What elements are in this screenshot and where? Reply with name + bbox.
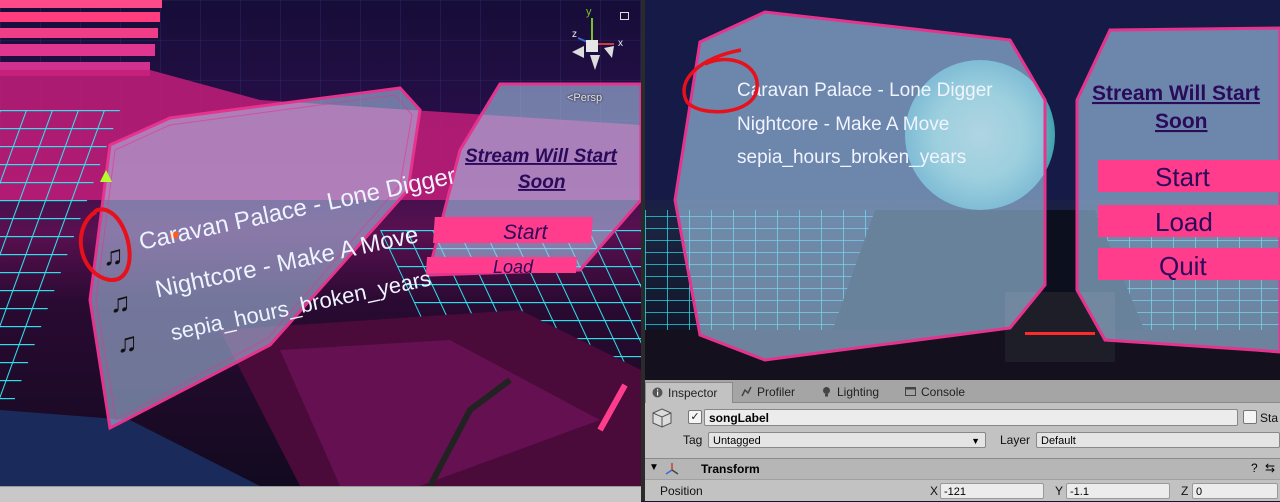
- scene-start-label: Start: [503, 221, 549, 244]
- inspector-tabbar: Inspector Profiler Lighting Console: [645, 380, 1280, 403]
- layer-value: Default: [1041, 435, 1076, 447]
- help-icon[interactable]: ?: [1251, 461, 1258, 475]
- tab-profiler-label: Profiler: [757, 385, 796, 399]
- profiler-icon: [741, 386, 752, 397]
- static-label: Sta: [1260, 411, 1279, 425]
- scene-menu-title-2: Soon: [518, 172, 566, 193]
- scene-footer: [0, 486, 641, 502]
- game-quit-label: Quit: [1159, 251, 1207, 281]
- game-start-label: Start: [1155, 162, 1211, 192]
- object-name-input[interactable]: songLabel: [704, 409, 1238, 426]
- position-x-field[interactable]: -121: [940, 483, 1044, 499]
- tab-lighting-label: Lighting: [837, 385, 880, 399]
- transform-axes-icon: [665, 463, 679, 475]
- layer-dropdown[interactable]: Default: [1036, 432, 1280, 448]
- active-checkbox[interactable]: ✓: [688, 410, 702, 424]
- tag-value: Untagged: [713, 435, 761, 447]
- game-menu-title-1: Stream Will Start: [1092, 82, 1260, 105]
- svg-text:x: x: [618, 38, 623, 49]
- game-menu-title-2: Soon: [1155, 110, 1208, 133]
- position-y-field[interactable]: -1.1: [1066, 483, 1170, 499]
- game-song-panel[interactable]: [673, 10, 1047, 362]
- layer-label: Layer: [1000, 433, 1031, 447]
- music-note-icon: ♫: [117, 327, 138, 358]
- transform-title: Transform: [701, 462, 760, 476]
- static-checkbox[interactable]: [1243, 410, 1257, 424]
- game-canvas: Caravan Palace - Lone Digger Nightcore -…: [645, 0, 1280, 380]
- game-load-label: Load: [1155, 207, 1213, 237]
- tab-console-label: Console: [921, 385, 966, 399]
- scene-load-label: Load: [493, 257, 534, 277]
- tag-dropdown[interactable]: Untagged ▼: [708, 432, 986, 448]
- bulb-icon: [823, 387, 830, 397]
- persp-label[interactable]: <Persp: [567, 92, 602, 104]
- music-note-icon: ♫: [103, 240, 124, 271]
- position-label: Position: [660, 484, 703, 498]
- scene-canvas: ♫ ♫ ♫ Caravan Palace - Lone Digger Night…: [0, 0, 641, 486]
- position-x-label[interactable]: X: [930, 484, 938, 498]
- game-view[interactable]: Caravan Palace - Lone Digger Nightcore -…: [645, 0, 1280, 380]
- game-song-3[interactable]: sepia_hours_broken_years: [737, 147, 966, 168]
- console-icon: [905, 387, 916, 396]
- tab-inspector-label: Inspector: [668, 386, 718, 400]
- game-song-1[interactable]: Caravan Palace - Lone Digger: [737, 80, 993, 101]
- scene-menu-title-1: Stream Will Start: [465, 146, 618, 167]
- lock-icon[interactable]: [620, 12, 629, 20]
- svg-text:y: y: [586, 6, 592, 18]
- chevron-down-icon: ▼: [971, 436, 980, 446]
- settings-icon[interactable]: ⇆: [1265, 461, 1275, 475]
- tab-console[interactable]: Console: [899, 382, 965, 402]
- transform-header[interactable]: ▼ Transform ? ⇆: [645, 458, 1280, 480]
- position-z-label[interactable]: Z: [1181, 484, 1188, 498]
- tab-inspector[interactable]: Inspector: [645, 382, 733, 403]
- music-note-icon: ♫: [110, 287, 131, 318]
- scene-view[interactable]: ♫ ♫ ♫ Caravan Palace - Lone Digger Night…: [0, 0, 641, 486]
- tab-profiler[interactable]: Profiler: [735, 382, 795, 402]
- position-z-field[interactable]: 0: [1192, 483, 1278, 499]
- svg-text:z: z: [572, 29, 577, 40]
- game-song-2[interactable]: Nightcore - Make A Move: [737, 114, 949, 135]
- gameobject-cube-icon: [652, 408, 672, 428]
- position-y-label[interactable]: Y: [1055, 484, 1063, 498]
- foldout-arrow-icon[interactable]: ▼: [649, 462, 659, 473]
- tag-label: Tag: [683, 433, 703, 447]
- tab-lighting[interactable]: Lighting: [815, 382, 879, 402]
- info-icon: [652, 387, 663, 398]
